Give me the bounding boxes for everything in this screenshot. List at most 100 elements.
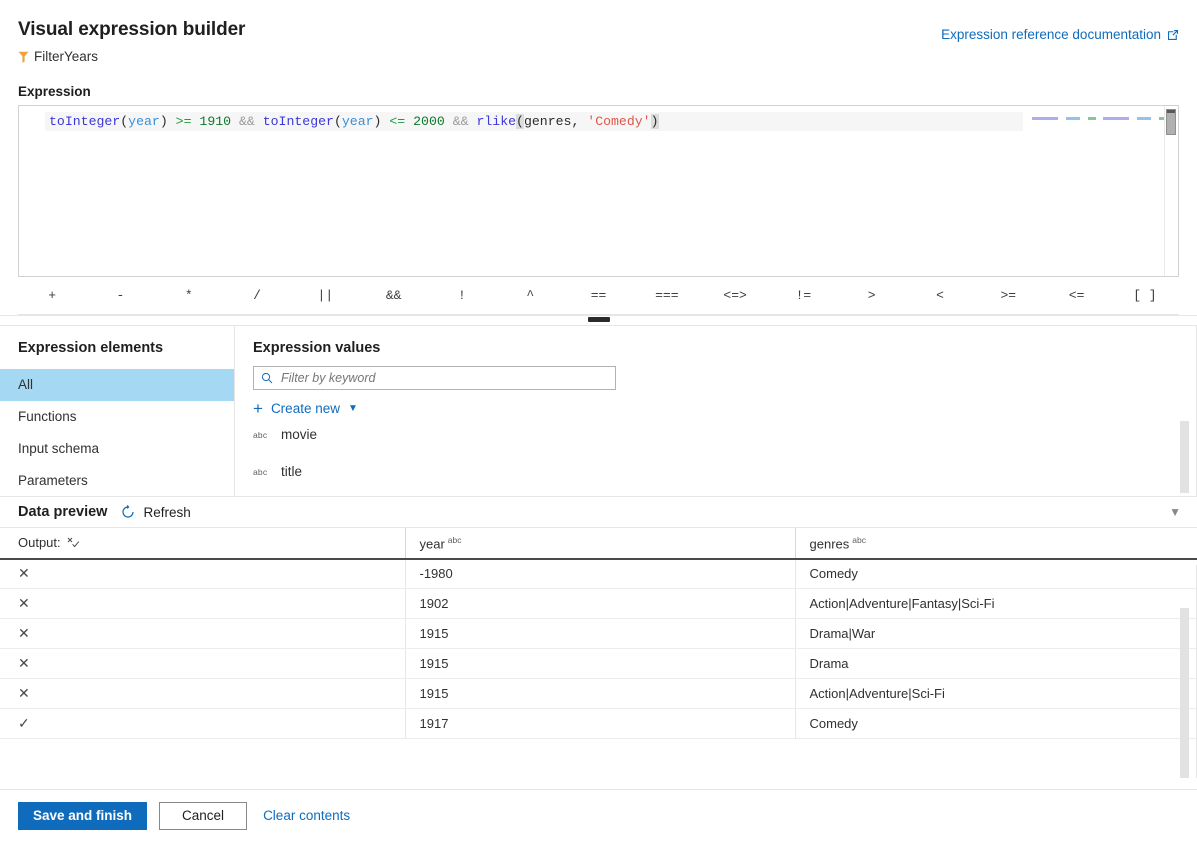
cell-output: ✕ [0,619,405,649]
cancel-button[interactable]: Cancel [159,802,247,830]
cell-output: ✕ [0,679,405,709]
cross-icon: ✕ [18,655,30,671]
editor-scrollbar-thumb[interactable] [1166,109,1176,135]
column-header-genres-label: genres [810,536,850,551]
code-token [445,114,453,129]
code-token: rlike [476,114,516,129]
column-header-year-label: year [420,536,445,551]
minimap-mark [1082,117,1086,120]
table-row: ✓1917Comedy [0,709,1197,739]
expression-reference-documentation-link[interactable]: Expression reference documentation [941,27,1179,42]
cell-genres: Drama|War [795,619,1197,649]
elements-item-functions[interactable]: Functions [0,401,234,433]
cell-genres: Comedy [795,559,1197,589]
transformation-name: FilterYears [34,49,98,65]
expression-editor[interactable]: toInteger(year) >= 1910 && toInteger(yea… [18,105,1179,277]
operator-button-[interactable]: / [223,278,291,314]
create-new-button[interactable]: + Create new ▼ [253,401,358,416]
table-row: ✕1902Action|Adventure|Fantasy|Sci-Fi [0,589,1197,619]
code-token [168,114,176,129]
code-token: ( [516,114,524,129]
code-token: ( [120,114,128,129]
operator-button-[interactable]: == [564,278,632,314]
column-header-output[interactable]: Output: [0,528,405,559]
cell-output: ✕ [0,559,405,589]
column-header-genres[interactable]: genresabc [795,528,1197,559]
editor-splitter[interactable] [0,315,1197,325]
column-header-output-label: Output: [18,535,61,550]
code-token: && [453,114,469,129]
values-item[interactable]: abcmovie [235,416,1197,453]
expression-panels: Expression elements AllFunctionsInput sc… [0,325,1197,497]
values-item[interactable]: abctitle [235,453,1197,490]
code-token [231,114,239,129]
save-and-finish-button[interactable]: Save and finish [18,802,147,830]
operator-button-[interactable]: - [86,278,154,314]
code-token [405,114,413,129]
cell-year: 1915 [405,679,795,709]
values-item-label: movie [281,427,317,442]
expression-values-list[interactable]: abcmovieabctitle [235,416,1197,490]
minimap-mark [1032,117,1058,120]
cross-icon: ✕ [18,685,30,701]
minimap-mark [1153,117,1157,120]
operator-toolbar[interactable]: +-*/||&&!^=====<=>!=><>=<=[ ] [18,277,1179,315]
operator-button-[interactable]: <=> [701,278,769,314]
operator-button-[interactable]: || [291,278,359,314]
operator-button-[interactable]: === [633,278,701,314]
table-row: ✕1915Drama|War [0,619,1197,649]
editor-scrollbar[interactable] [1164,106,1178,276]
data-preview-scrollbar[interactable] [1180,608,1189,778]
collapse-chevron-down-icon[interactable]: ▼ [1169,506,1181,518]
filter-keyword-box[interactable] [253,366,616,390]
expression-values-panel: Expression values + Create new ▼ abcmovi… [235,326,1197,496]
check-icon: ✓ [18,715,30,731]
data-preview-table: Output: yearabc genresabc ✕-1980Comedy✕1… [0,527,1197,739]
operator-button-[interactable]: < [906,278,974,314]
code-token: genres, [524,114,587,129]
values-scrollbar[interactable] [1180,421,1189,493]
operator-button-[interactable]: <= [1042,278,1110,314]
page-header: Visual expression builder FilterYears Ex… [0,0,1197,65]
editor-minimap [1024,106,1154,276]
minimap-mark [1103,117,1129,120]
cell-genres: Action|Adventure|Fantasy|Sci-Fi [795,589,1197,619]
cell-output: ✓ [0,709,405,739]
code-token [255,114,263,129]
column-header-year[interactable]: yearabc [405,528,795,559]
operator-button-[interactable]: [ ] [1111,278,1179,314]
cell-genres: Comedy [795,709,1197,739]
create-new-label: Create new [271,401,340,416]
code-token: 2000 [413,114,445,129]
elements-item-input-schema[interactable]: Input schema [0,433,234,465]
operator-button-[interactable]: != [769,278,837,314]
operator-button-[interactable]: ! [428,278,496,314]
expression-code-text[interactable]: toInteger(year) >= 1910 && toInteger(yea… [49,112,659,131]
elements-item-all[interactable]: All [0,369,234,401]
minimap-mark [1098,117,1101,120]
refresh-button[interactable]: Refresh [121,505,190,520]
cell-year: 1902 [405,589,795,619]
expression-elements-list[interactable]: AllFunctionsInput schemaParameters [0,369,234,497]
refresh-label: Refresh [143,505,190,520]
operator-button-[interactable]: + [18,278,86,314]
operator-button-[interactable]: && [359,278,427,314]
external-link-icon [1167,29,1179,41]
code-token: year [342,114,374,129]
code-token: toInteger [49,114,120,129]
plus-icon: + [253,402,263,416]
filter-keyword-input[interactable] [279,370,608,386]
operator-button-[interactable]: ^ [496,278,564,314]
editor-gutter [19,106,45,276]
clear-contents-link[interactable]: Clear contents [263,808,350,823]
chevron-down-icon: ▼ [348,403,358,414]
operator-button-[interactable]: >= [974,278,1042,314]
doc-link-label: Expression reference documentation [941,27,1161,42]
code-token: 'Comedy' [587,114,650,129]
operator-button-[interactable]: > [838,278,906,314]
operator-button-[interactable]: * [155,278,223,314]
splitter-grip[interactable] [588,317,610,322]
elements-item-parameters[interactable]: Parameters [0,465,234,497]
cross-icon: ✕ [18,565,30,581]
code-token: ) [651,114,659,129]
